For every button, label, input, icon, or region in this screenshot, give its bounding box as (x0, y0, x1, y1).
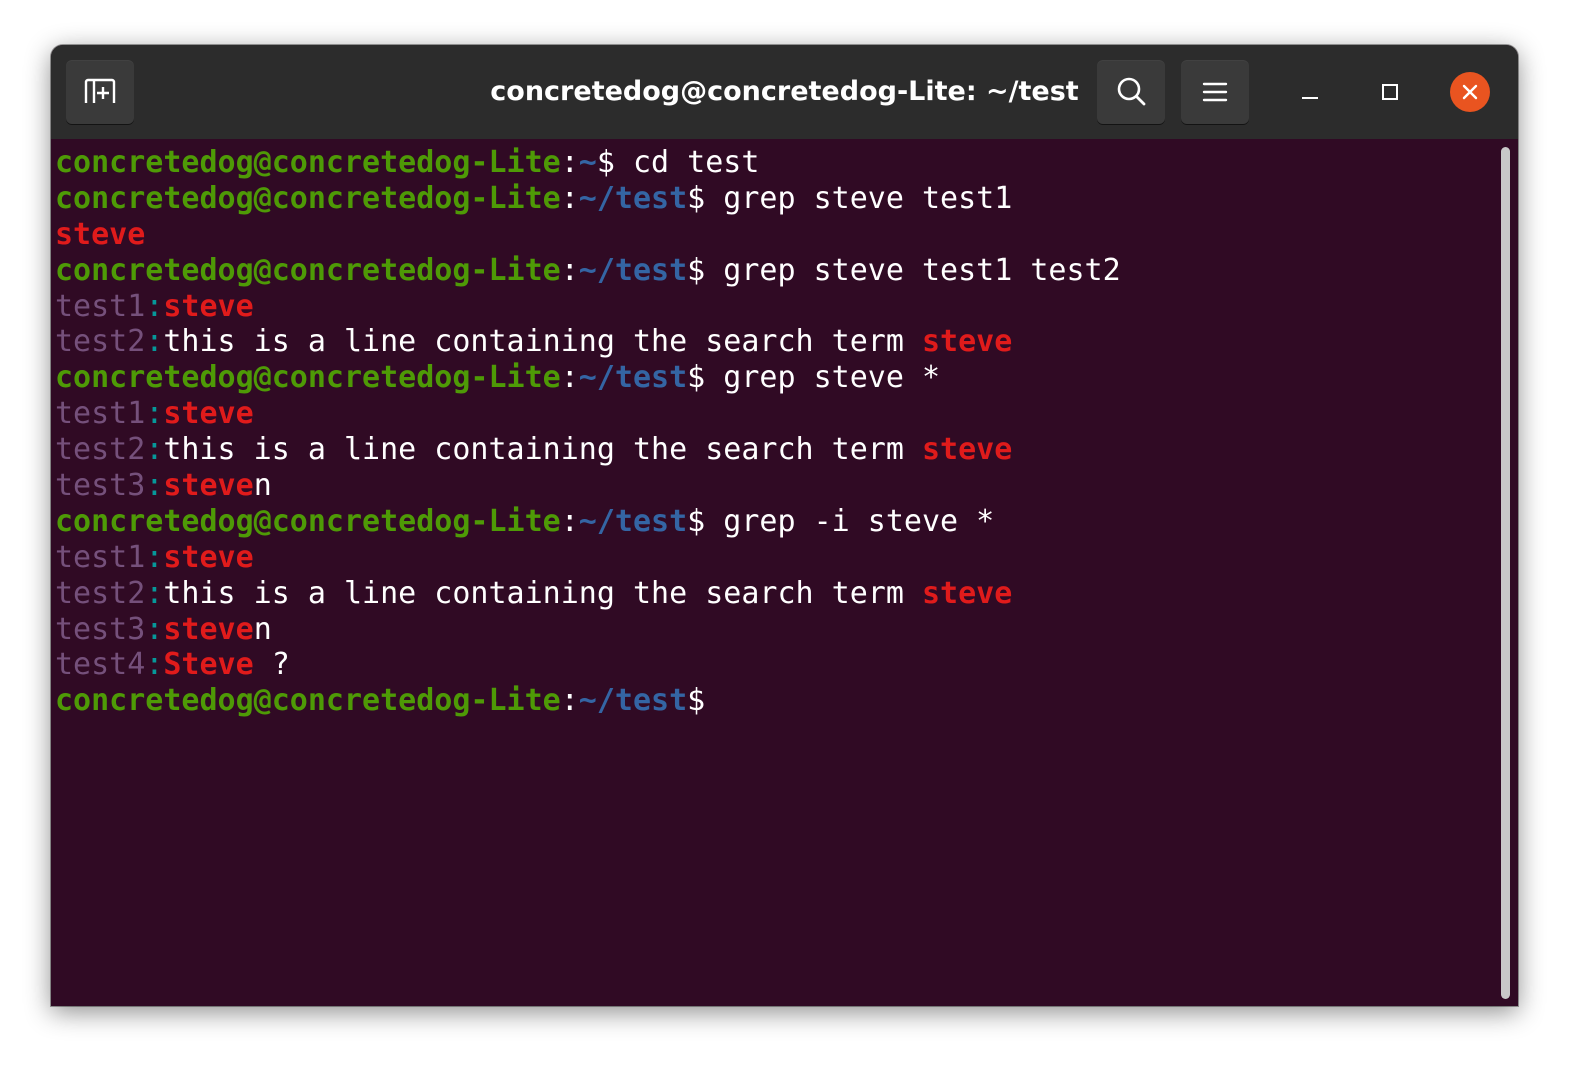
hamburger-menu-icon (1202, 82, 1228, 102)
prompt-colon: : (560, 180, 579, 216)
title-bar[interactable]: concretedog@concretedog-Lite: ~/test (51, 45, 1518, 139)
output-line: test2:this is a line containing the sear… (55, 324, 1121, 360)
grep-filename: test1 (55, 288, 146, 324)
grep-separator: : (145, 539, 164, 575)
maximize-button[interactable] (1370, 72, 1410, 112)
prompt-line: concretedog@concretedog-Lite:~$ cd test (55, 145, 1121, 181)
prompt-colon: : (560, 683, 579, 719)
grep-filename: test2 (55, 575, 146, 611)
prompt-path: ~/test (578, 180, 688, 216)
prompt-path: ~ (578, 145, 597, 180)
prompt-line: concretedog@concretedog-Lite:~/test$ (55, 683, 1121, 719)
prompt-line: concretedog@concretedog-Lite:~/test$ gre… (55, 253, 1121, 289)
output-text: this is a line containing the search ter… (163, 432, 922, 468)
prompt-colon: : (560, 252, 579, 288)
output-line: test3:steven (55, 468, 1121, 504)
prompt-dollar: $ (687, 360, 706, 396)
grep-filename: test3 (55, 611, 146, 647)
grep-match: Steve (163, 647, 254, 683)
output-text: this is a line containing the search ter… (163, 575, 922, 611)
grep-filename: test1 (55, 539, 146, 575)
prompt-user: concretedog@concretedog-Lite (55, 145, 561, 180)
grep-separator: : (145, 432, 164, 468)
prompt-line: concretedog@concretedog-Lite:~/test$ gre… (55, 181, 1121, 217)
output-line: test3:steven (55, 612, 1121, 648)
close-button[interactable] (1450, 72, 1490, 112)
prompt-path: ~/test (578, 360, 688, 396)
output-line: test1:steve (55, 540, 1121, 576)
grep-match: steve (163, 539, 254, 575)
command-text: cd test (614, 145, 760, 180)
minimize-icon (1302, 97, 1318, 99)
prompt-colon: : (560, 503, 579, 539)
prompt-user: concretedog@concretedog-Lite (55, 503, 561, 539)
grep-separator: : (145, 288, 164, 324)
grep-filename: test4 (55, 647, 146, 683)
prompt-user: concretedog@concretedog-Lite (55, 360, 561, 396)
scrollbar[interactable] (1501, 147, 1510, 999)
grep-filename: test3 (55, 468, 146, 504)
maximize-icon (1382, 84, 1398, 100)
minimize-button[interactable] (1290, 72, 1330, 112)
new-tab-button[interactable] (66, 60, 134, 124)
prompt-dollar: $ (596, 145, 615, 180)
grep-filename: test2 (55, 324, 146, 360)
output-line: test4:Steve ? (55, 647, 1121, 683)
grep-filename: test2 (55, 432, 146, 468)
prompt-path: ~/test (578, 683, 688, 719)
output-text: this is a line containing the search ter… (163, 324, 922, 360)
grep-filename: test1 (55, 396, 146, 432)
grep-match: steve (921, 575, 1013, 611)
output-line: test1:steve (55, 396, 1121, 432)
prompt-dollar: $ (687, 683, 706, 719)
new-tab-icon (84, 78, 116, 103)
output-text: ? (253, 647, 290, 683)
output-line: test2:this is a line containing the sear… (55, 432, 1121, 468)
terminal-output: concretedog@concretedog-Lite:~$ cd test c… (55, 145, 1121, 719)
prompt-dollar: $ (687, 252, 706, 288)
grep-separator: : (145, 468, 164, 504)
prompt-dollar: $ (687, 180, 706, 216)
grep-separator: : (145, 396, 164, 432)
output-text: n (253, 468, 272, 504)
prompt-line: concretedog@concretedog-Lite:~/test$ gre… (55, 504, 1121, 540)
prompt-colon: : (560, 360, 579, 396)
prompt-path: ~/test (578, 503, 688, 539)
search-icon (1117, 77, 1146, 106)
prompt-line: concretedog@concretedog-Lite:~/test$ gre… (55, 360, 1121, 396)
grep-separator: : (145, 611, 164, 647)
prompt-user: concretedog@concretedog-Lite (55, 252, 561, 288)
output-text: n (253, 611, 272, 647)
output-line: test2:this is a line containing the sear… (55, 576, 1121, 612)
command-text: grep steve * (705, 360, 941, 396)
grep-match: steve (163, 611, 254, 647)
grep-separator: : (145, 324, 164, 360)
prompt-user: concretedog@concretedog-Lite (55, 683, 561, 719)
grep-match: steve (921, 432, 1013, 468)
output-line: test1:steve (55, 289, 1121, 325)
grep-match: steve (55, 216, 146, 252)
grep-match: steve (163, 468, 254, 504)
terminal-window: concretedog@concretedog-Lite: ~/test con… (51, 45, 1518, 1006)
command-text: grep steve test1 (705, 180, 1013, 216)
grep-match: steve (921, 324, 1013, 360)
grep-match: steve (163, 288, 254, 324)
close-icon (1462, 84, 1478, 100)
prompt-user: concretedog@concretedog-Lite (55, 180, 561, 216)
search-button[interactable] (1097, 60, 1165, 124)
command-text: grep -i steve * (705, 503, 995, 539)
menu-button[interactable] (1181, 60, 1249, 124)
command-text: grep steve test1 test2 (705, 252, 1121, 288)
prompt-dollar: $ (687, 503, 706, 539)
terminal-area[interactable]: concretedog@concretedog-Lite:~$ cd test c… (51, 139, 1518, 1006)
prompt-colon: : (560, 145, 579, 180)
grep-separator: : (145, 647, 164, 683)
grep-separator: : (145, 575, 164, 611)
grep-match: steve (163, 396, 254, 432)
output-line: steve (55, 217, 1121, 253)
prompt-path: ~/test (578, 252, 688, 288)
